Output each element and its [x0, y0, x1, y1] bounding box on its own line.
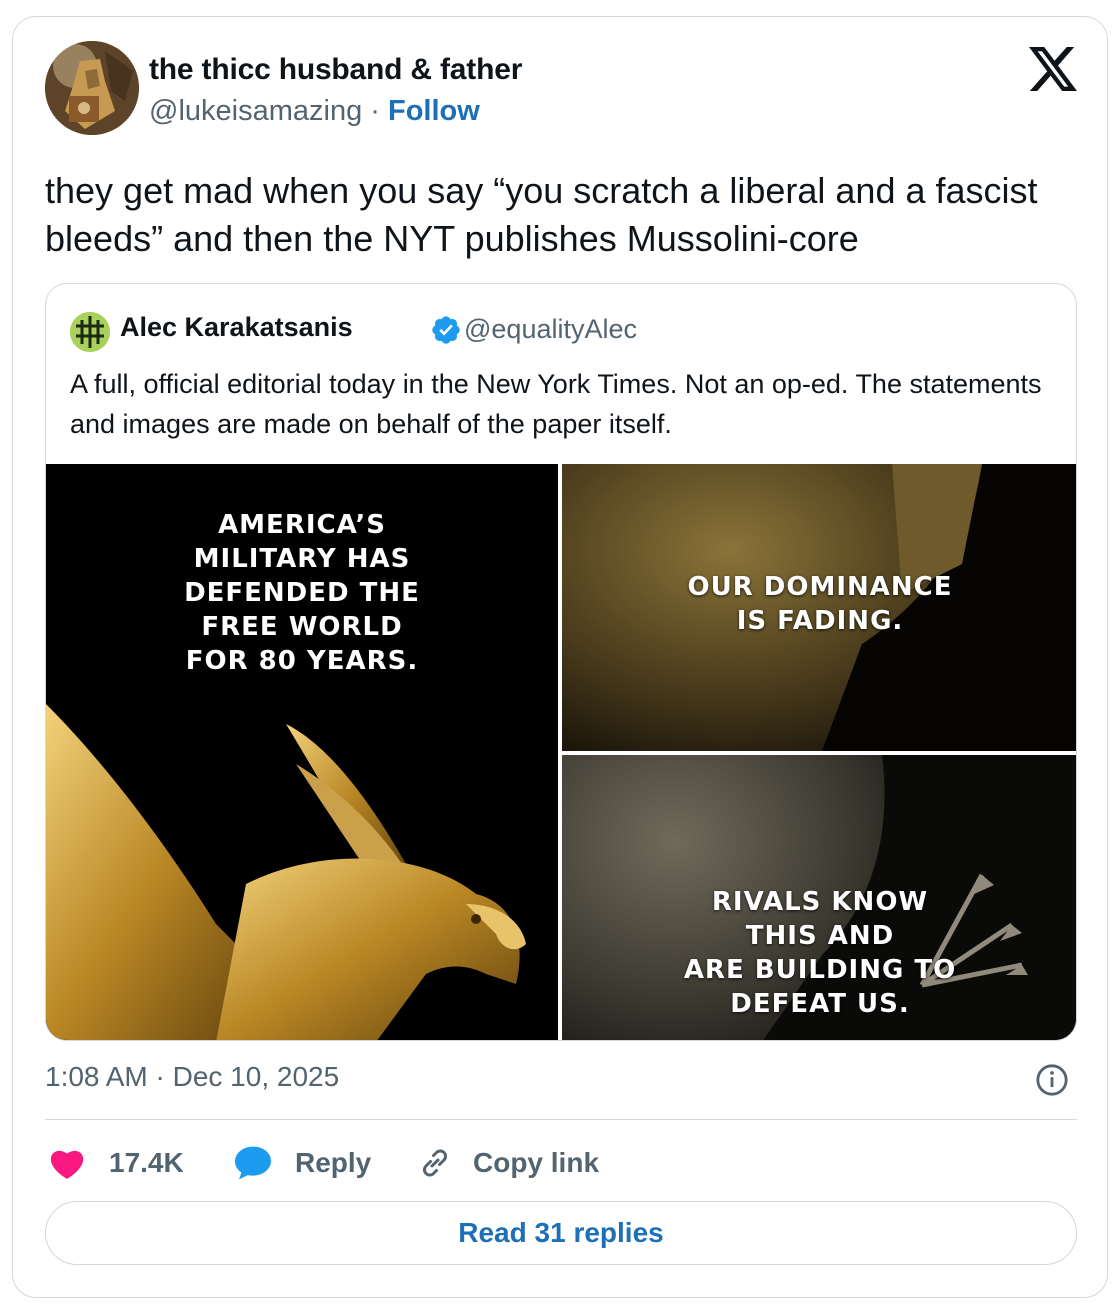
reply-button[interactable]: Reply [233, 1141, 371, 1185]
quoted-author-handle[interactable]: @equalityAlec [464, 314, 637, 345]
author-handle[interactable]: @lukeisamazing [149, 95, 362, 127]
follow-button[interactable]: Follow [388, 95, 480, 127]
x-logo-icon[interactable] [1029, 47, 1077, 91]
tweet-card[interactable]: the thicc husband & father @lukeisamazin… [12, 16, 1108, 1298]
read-replies-button[interactable]: Read 31 replies [45, 1201, 1077, 1265]
info-icon[interactable] [1035, 1063, 1069, 1097]
media-caption-3: RIVALS KNOW THIS AND ARE BUILDING TO DEF… [683, 887, 957, 1019]
author-avatar[interactable] [45, 41, 139, 135]
tweet-timestamp[interactable]: 1:08 AM · Dec 10, 2025 [45, 1061, 339, 1093]
copy-link-button[interactable]: Copy link [417, 1141, 599, 1185]
tweet-text: they get mad when you say “you scratch a… [45, 170, 1038, 259]
verified-badge-icon [432, 316, 460, 344]
reply-label: Reply [295, 1147, 372, 1178]
quoted-tweet-text: A full, official editorial today in the … [70, 369, 1042, 439]
quoted-tweet[interactable]: Alec Karakatsanis @equalityAlec A full, … [45, 283, 1077, 1041]
link-icon [422, 1149, 448, 1177]
divider [45, 1119, 1077, 1120]
media-image-talons[interactable]: OUR DOMINANCE IS FADING. [562, 464, 1076, 751]
media-caption-2: OUR DOMINANCE IS FADING. [687, 572, 953, 636]
reply-bubble-icon [235, 1146, 271, 1180]
author-display-name[interactable]: the thicc husband & father [149, 53, 522, 87]
copy-link-label: Copy link [473, 1147, 600, 1178]
author-handle-row: @lukeisamazing · Follow [149, 95, 480, 128]
media-image-eagle[interactable]: AMERICA’S MILITARY HAS DEFENDED THE FREE… [46, 464, 558, 1040]
handle-separator: · [370, 95, 380, 127]
quoted-media-grid: AMERICA’S MILITARY HAS DEFENDED THE FREE… [46, 464, 1076, 1040]
like-button[interactable]: 17.4K [49, 1141, 184, 1185]
quoted-author-avatar[interactable] [70, 312, 110, 352]
media-image-arrows[interactable]: RIVALS KNOW THIS AND ARE BUILDING TO DEF… [562, 755, 1076, 1040]
like-count: 17.4K [109, 1147, 184, 1178]
media-caption-1: AMERICA’S MILITARY HAS DEFENDED THE FREE… [184, 510, 420, 676]
heart-icon [50, 1150, 84, 1179]
quoted-author-name[interactable]: Alec Karakatsanis [120, 312, 353, 343]
